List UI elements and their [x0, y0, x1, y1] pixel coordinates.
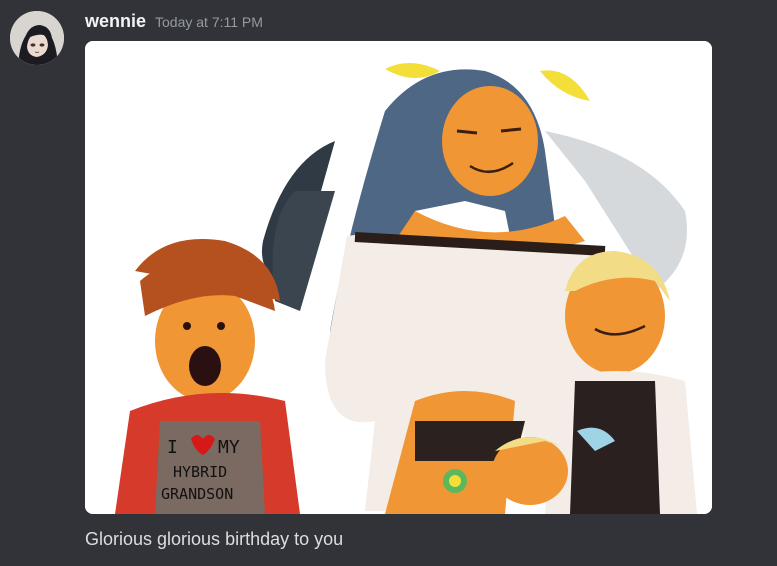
shirt-text-hybrid: HYBRID — [173, 463, 227, 481]
username[interactable]: wennie — [85, 11, 146, 32]
message-header: wennie Today at 7:11 PM — [85, 11, 263, 37]
image-attachment[interactable]: I MY HYBRID GRANDSON — [85, 41, 712, 514]
shirt-text-my: MY — [218, 437, 240, 458]
shirt-text-i: I — [167, 437, 178, 458]
chat-message: wennie Today at 7:11 PM I MY HYBRID GRAN… — [0, 0, 777, 566]
shirt-text-grandson: GRANDSON — [161, 485, 233, 503]
user-avatar[interactable] — [10, 11, 64, 65]
message-content: Glorious glorious birthday to you — [85, 529, 344, 549]
timestamp: Today at 7:11 PM — [155, 14, 263, 30]
drawing-image: I MY HYBRID GRANDSON — [85, 41, 712, 514]
